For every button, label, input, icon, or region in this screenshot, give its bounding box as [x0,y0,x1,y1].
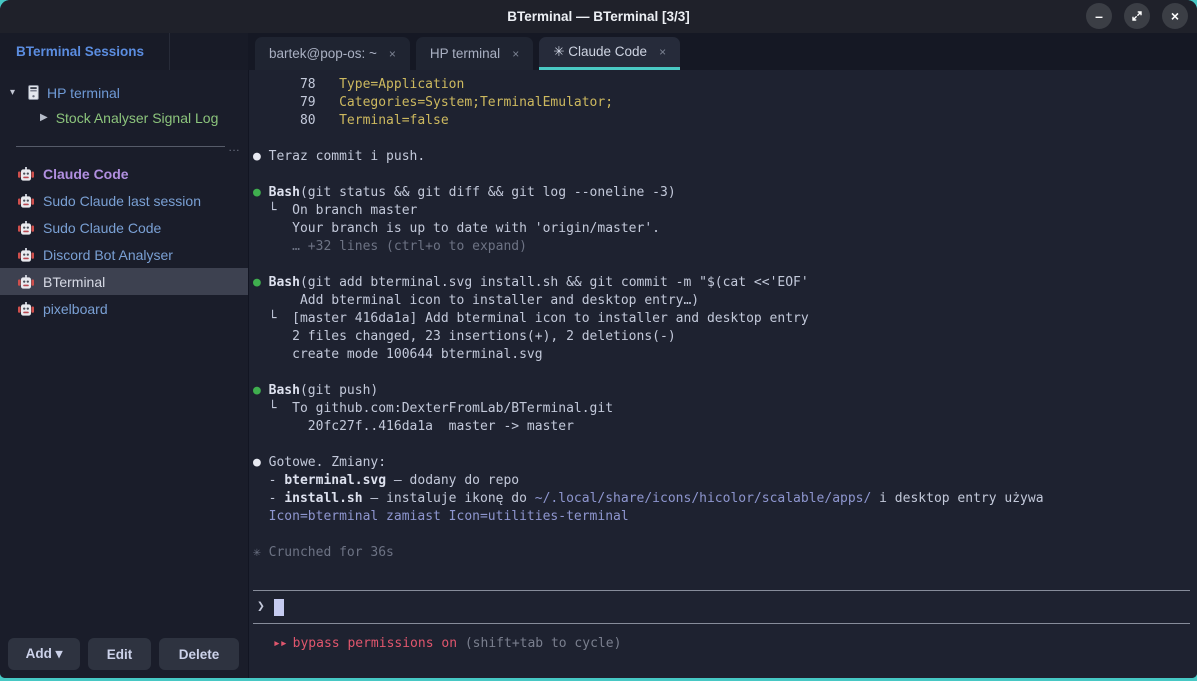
sidebar-divider: … [16,142,240,152]
close-button[interactable]: × [1162,3,1188,29]
terminal-line: └ [master 416da1a] Add bterminal icon to… [253,310,1190,328]
divider-ellipsis: … [228,142,240,152]
terminal-line [253,436,1190,454]
title-bar: BTerminal — BTerminal [3/3] – × [0,0,1197,33]
maximize-button[interactable] [1124,3,1150,29]
session-label: pixelboard [43,301,108,317]
terminal-line [253,364,1190,382]
terminal-line: 78 Type=Application [253,76,1190,94]
tab-close-icon[interactable]: × [512,47,519,61]
terminal-output: 78 Type=Application 79 Categories=System… [253,76,1190,562]
play-icon: ▶ [40,112,48,123]
tab-label: bartek@pop-os: ~ [269,46,377,61]
terminal-pane[interactable]: 78 Type=Application 79 Categories=System… [249,70,1197,678]
tree-item-stock-analyser-signal-log[interactable]: ▶ Stock Analyser Signal Log [0,105,248,130]
sidebar-item-claude-code[interactable]: Claude Code [0,160,248,187]
session-label: BTerminal [43,274,105,290]
minimize-button[interactable]: – [1086,3,1112,29]
text-cursor [274,599,284,616]
robot-icon [18,302,34,316]
session-label: Discord Bot Analyser [43,247,173,263]
robot-icon [18,194,34,208]
window-title: BTerminal — BTerminal [3/3] [507,9,690,24]
maximize-icon [1131,10,1143,22]
terminal-line: └ To github.com:DexterFromLab/BTerminal.… [253,400,1190,418]
tab-bar: bartek@pop-os: ~×HP terminal×✳ Claude Co… [248,33,1197,70]
tab-label: ✳ Claude Code [553,44,647,60]
tab-hp-terminal[interactable]: HP terminal × [416,37,533,70]
add-button[interactable]: Add ▾ [8,638,80,670]
top-strip: BTerminal Sessions bartek@pop-os: ~×HP t… [0,33,1197,70]
sidebar-item-pixelboard[interactable]: pixelboard [0,295,248,322]
terminal-line: create mode 100644 bterminal.svg [253,346,1190,364]
chevron-down-icon[interactable]: ▾ [10,87,20,98]
permission-mode-label: bypass permissions on [293,636,457,651]
tree-item-hp-terminal[interactable]: ▾ HP terminal [0,80,248,105]
sidebar-spacer [0,322,248,630]
delete-button[interactable]: Delete [159,638,239,670]
tab-label: HP terminal [430,46,500,61]
sidebar-item-discord-bot-analyser[interactable]: Discord Bot Analyser [0,241,248,268]
sessions-header-label: BTerminal Sessions [0,33,170,70]
tree-item-label: HP terminal [47,85,120,101]
terminal-line: Icon=bterminal zamiast Icon=utilities-te… [253,508,1190,526]
session-label: Sudo Claude Code [43,220,161,236]
permissions-status: ▸▸ bypass permissions on (shift+tab to cy… [253,635,1190,653]
minimize-icon: – [1095,8,1103,24]
session-list: Claude Code Sudo Claude last session Sudo … [0,160,248,322]
computer-icon [28,85,39,100]
robot-icon [18,167,34,181]
terminal-line: └ On branch master [253,202,1190,220]
terminal-line [253,256,1190,274]
terminal-line: Your branch is up to date with 'origin/m… [253,220,1190,238]
terminal-line: 2 files changed, 23 insertions(+), 2 del… [253,328,1190,346]
robot-icon [18,275,34,289]
sessions-panel-header: BTerminal Sessions [0,33,248,70]
terminal-line: 79 Categories=System;TerminalEmulator; [253,94,1190,112]
double-arrow-icon: ▸▸ [273,636,287,651]
divider-line [16,146,225,147]
main-area: ▾ HP terminal ▶ Stock Analyser Signal Lo… [0,70,1197,678]
terminal-line: ● Bash(git push) [253,382,1190,400]
sidebar-item-sudo-claude-code[interactable]: Sudo Claude Code [0,214,248,241]
session-tree: ▾ HP terminal ▶ Stock Analyser Signal Lo… [0,70,248,322]
terminal-input-box[interactable]: ❯ [253,590,1190,624]
tree-item-label: Stock Analyser Signal Log [56,110,219,126]
terminal-line: - install.sh — instaluje ikonę do ~/.loc… [253,490,1190,508]
tab-close-icon[interactable]: × [659,45,666,59]
terminal-line: ● Bash(git add bterminal.svg install.sh … [253,274,1190,292]
tab-bartek-pop-os[interactable]: bartek@pop-os: ~ × [255,37,410,70]
sidebar-item-sudo-claude-last-session[interactable]: Sudo Claude last session [0,187,248,214]
terminal-line: ✳ Crunched for 36s [253,544,1190,562]
window-controls: – × [1086,3,1188,29]
terminal-line [253,130,1190,148]
terminal-line: 20fc27f..416da1a master -> master [253,418,1190,436]
terminal-line: - bterminal.svg — dodany do repo [253,472,1190,490]
tab-close-icon[interactable]: × [389,47,396,61]
close-icon: × [1171,8,1179,24]
terminal-line: 80 Terminal=false [253,112,1190,130]
terminal-line [253,166,1190,184]
robot-icon [18,248,34,262]
terminal-line: ● Gotowe. Zmiany: [253,454,1190,472]
terminal-line: … +32 lines (ctrl+o to expand) [253,238,1190,256]
terminal-line: Add bterminal icon to installer and desk… [253,292,1190,310]
robot-icon [18,221,34,235]
session-label: Sudo Claude last session [43,193,201,209]
permission-hint: (shift+tab to cycle) [465,636,622,651]
tab-claude-code[interactable]: ✳ Claude Code × [539,37,680,70]
sidebar-buttons: Add ▾EditDelete [0,630,248,678]
edit-button[interactable]: Edit [88,638,151,670]
prompt-icon: ❯ [257,598,265,616]
session-label: Claude Code [43,166,129,182]
terminal-line [253,526,1190,544]
sidebar-item-bterminal[interactable]: BTerminal [0,268,248,295]
sessions-sidebar: ▾ HP terminal ▶ Stock Analyser Signal Lo… [0,70,249,678]
terminal-line: ● Teraz commit i push. [253,148,1190,166]
terminal-line: ● Bash(git status && git diff && git log… [253,184,1190,202]
bterminal-window: BTerminal — BTerminal [3/3] – × BTermina… [0,0,1197,678]
